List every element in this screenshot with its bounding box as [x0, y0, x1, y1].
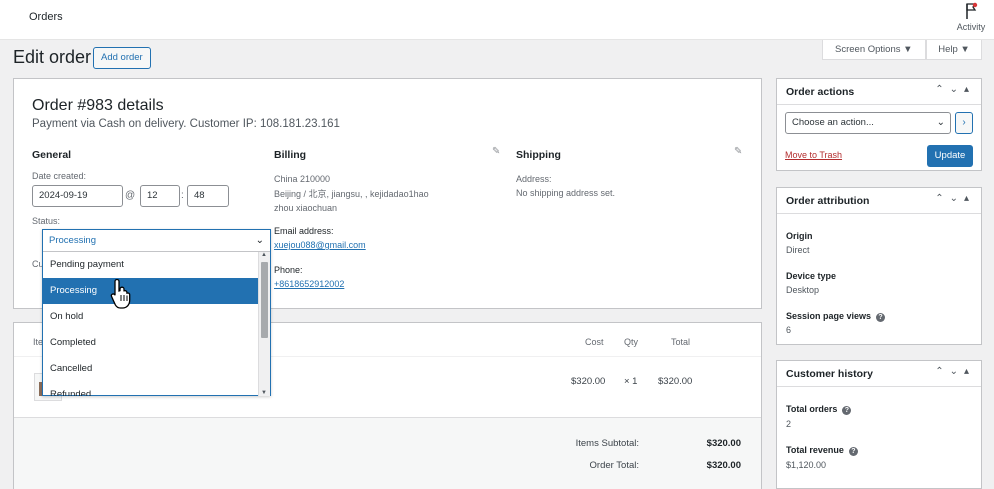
chevron-down-icon: ⌄ [949, 193, 964, 204]
toggle-arrow-icon: ▴ [963, 84, 975, 95]
status-option-on-hold[interactable]: On hold [43, 304, 258, 330]
order-total-label: Order Total: [589, 460, 639, 471]
device-type-label: Device type [786, 271, 837, 281]
hand-pointer-cursor-icon [110, 278, 131, 309]
status-select[interactable]: Processing ⌄ Pending payment Processing … [42, 229, 271, 396]
history-title: Customer history [786, 368, 873, 380]
history-header: Customer history ⌃⌄▴ [777, 361, 981, 387]
total-revenue-value: $1,120.00 [786, 460, 827, 470]
col-total: Total [671, 337, 691, 347]
origin-value: Direct [786, 245, 810, 255]
col-qty: Qty [624, 337, 639, 347]
box-controls[interactable]: ⌃⌄▴ [935, 366, 975, 377]
hour-input[interactable]: 12 [140, 185, 180, 207]
device-type-value: Desktop [786, 285, 820, 295]
status-label: Status: [32, 216, 61, 226]
toggle-arrow-icon: ▴ [963, 366, 975, 377]
col-cost: Cost [585, 337, 604, 347]
help-icon[interactable]: ? [876, 313, 886, 322]
total-revenue-label: Total revenue? [786, 445, 858, 456]
order-heading: Order #983 details [32, 97, 164, 114]
billing-heading: Billing [274, 149, 307, 161]
chevron-down-icon: ⌄ [255, 235, 264, 246]
order-actions-title: Order actions [786, 86, 855, 98]
topbar-title: Orders [29, 11, 63, 23]
scroll-down-icon[interactable]: ▼ [261, 390, 267, 396]
status-option-cancelled[interactable]: Cancelled [43, 356, 258, 382]
order-actions-header: Order actions ⌃⌄▴ [777, 79, 981, 105]
status-option-pending[interactable]: Pending payment [43, 252, 258, 278]
toggle-arrow-icon: ▴ [963, 193, 975, 204]
item-qty: × 1 [624, 376, 638, 387]
billing-address: China 210000 Beijing / 北京, jiangsu, , ke… [274, 174, 429, 213]
update-button[interactable]: Update [927, 145, 973, 167]
status-option-processing[interactable]: Processing [43, 278, 258, 304]
shipping-address-label: Address: [516, 174, 552, 184]
status-option-refunded[interactable]: Refunded [43, 382, 258, 396]
item-cost: $320.00 [571, 376, 606, 387]
edit-shipping-pencil-icon[interactable]: ✎ [734, 146, 742, 157]
attribution-header: Order attribution ⌃⌄▴ [777, 188, 981, 214]
chevron-down-icon: ⌄ [949, 84, 964, 95]
date-created-label: Date created: [32, 171, 87, 181]
dropdown-scrollbar[interactable]: ▲ ▼ [258, 252, 270, 396]
general-heading: General [32, 149, 72, 161]
chevron-up-icon: ⌃ [935, 193, 950, 204]
order-actions-box: Order actions ⌃⌄▴ Choose an action... ⌄ … [776, 78, 982, 171]
total-orders-label: Total orders? [786, 404, 852, 415]
admin-topbar: Orders Activity [0, 0, 994, 40]
chevron-up-icon: ⌃ [935, 84, 950, 95]
colon-separator: : [181, 190, 184, 201]
session-views-label: Session page views? [786, 311, 886, 322]
order-attribution-box: Order attribution ⌃⌄▴ Origin Direct Devi… [776, 187, 982, 345]
shipping-heading: Shipping [516, 149, 561, 161]
screen-options-tab[interactable]: Screen Options ▼ [822, 40, 926, 60]
box-controls[interactable]: ⌃⌄▴ [935, 84, 975, 95]
status-option-completed[interactable]: Completed [43, 330, 258, 356]
origin-label: Origin [786, 231, 813, 241]
phone-label: Phone: [274, 265, 303, 275]
total-orders-value: 2 [786, 419, 792, 429]
customer-history-box: Customer history ⌃⌄▴ Total orders? 2 Tot… [776, 360, 982, 489]
apply-action-button[interactable]: › [955, 112, 973, 134]
add-order-button[interactable]: Add order [93, 47, 151, 69]
activity-label: Activity [956, 22, 986, 32]
status-select-current[interactable]: Processing ⌄ [43, 230, 270, 252]
flag-icon [954, 2, 988, 22]
email-label: Email address: [274, 226, 334, 236]
scrollbar-thumb[interactable] [261, 262, 268, 338]
chevron-down-icon: ⌄ [949, 366, 964, 377]
edit-billing-pencil-icon[interactable]: ✎ [492, 146, 500, 157]
help-tab[interactable]: Help ▼ [926, 40, 982, 60]
order-totals: Items Subtotal: $320.00 Order Total: $32… [14, 417, 761, 489]
shipping-address-value: No shipping address set. [516, 188, 616, 198]
chevron-down-icon: ⌄ [936, 117, 945, 128]
at-separator: @ [125, 190, 136, 201]
chevron-up-icon: ⌃ [935, 366, 950, 377]
page-title: Edit order [13, 47, 92, 67]
order-total-value: $320.00 [706, 460, 741, 471]
order-action-select[interactable]: Choose an action... ⌄ [785, 112, 951, 134]
subtotal-value: $320.00 [706, 438, 741, 449]
scroll-up-icon[interactable]: ▲ [261, 252, 267, 258]
minute-input[interactable]: 48 [187, 185, 229, 207]
session-views-value: 6 [786, 325, 792, 335]
attribution-title: Order attribution [786, 195, 870, 207]
move-to-trash-link[interactable]: Move to Trash [785, 150, 842, 160]
subtotal-label: Items Subtotal: [575, 438, 639, 449]
box-controls[interactable]: ⌃⌄▴ [935, 193, 975, 204]
order-subtitle: Payment via Cash on delivery. Customer I… [32, 118, 340, 130]
help-icon[interactable]: ? [842, 406, 852, 415]
phone-link[interactable]: +8618652912002 [274, 279, 344, 289]
activity-button[interactable]: Activity [954, 2, 988, 32]
email-link[interactable]: xuejou088@gmail.com [274, 240, 366, 250]
status-options-list: Pending payment Processing On hold Compl… [43, 252, 258, 396]
date-created-input[interactable]: 2024-09-19 [32, 185, 123, 207]
help-icon[interactable]: ? [848, 447, 858, 456]
item-total: $320.00 [658, 376, 693, 387]
